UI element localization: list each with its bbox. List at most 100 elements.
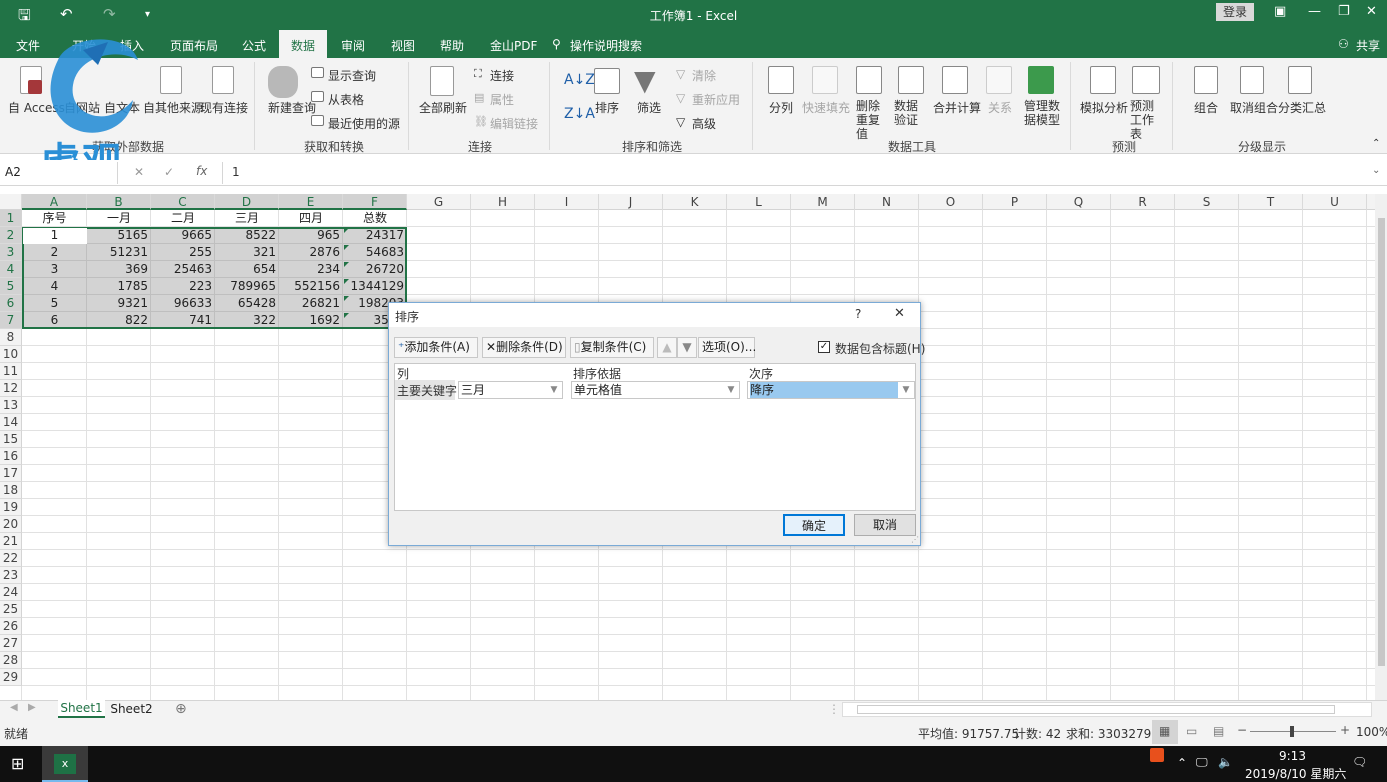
enter-icon[interactable]: ✓ [164,165,174,179]
restore-icon[interactable]: ❐ [1338,4,1350,19]
sort-on-select[interactable]: 单元格值 ▼ [571,381,740,399]
row-header-19[interactable]: 19 [0,499,22,516]
row-header-17[interactable]: 17 [0,465,22,482]
header-cell[interactable]: 一月 [87,210,151,227]
sort-ascending-icon[interactable]: A↓Z [564,72,595,88]
notification-icon[interactable]: 🗨 [1352,755,1367,769]
data-cell[interactable]: 96633 [151,295,215,312]
data-cell[interactable]: 965 [279,227,343,244]
data-validation-button[interactable]: 数据验证 [894,99,928,127]
row-header-28[interactable]: 28 [0,652,22,669]
column-header-K[interactable]: K [663,194,727,210]
volume-icon[interactable]: 🔈 [1218,755,1233,769]
error-indicator-icon[interactable] [344,279,349,284]
data-cell[interactable]: 6 [22,312,87,329]
column-header-L[interactable]: L [727,194,791,210]
prev-sheet-icon[interactable]: ◀ [10,702,18,713]
tab-review[interactable]: 审阅 [341,37,365,54]
clear-filter-button[interactable]: 清除 [692,67,716,84]
row-header-18[interactable]: 18 [0,482,22,499]
horizontal-scrollbar[interactable] [842,702,1372,717]
row-header-20[interactable]: 20 [0,516,22,533]
row-header-27[interactable]: 27 [0,635,22,652]
data-cell[interactable]: 1 [22,227,87,244]
remove-duplicates-button[interactable]: 删除重复值 [856,99,882,141]
resize-grip-icon[interactable]: ⋰ [911,535,919,544]
data-cell[interactable]: 2876 [279,244,343,261]
data-cell[interactable]: 5 [22,295,87,312]
data-cell[interactable]: 3 [22,261,87,278]
formula-input[interactable]: 1 [232,165,240,179]
delete-level-button[interactable]: ✕删除条件(D) [482,337,566,358]
data-cell[interactable]: 552156 [279,278,343,295]
data-cell[interactable]: 24317 [343,227,407,244]
row-header-15[interactable]: 15 [0,431,22,448]
row-header-22[interactable]: 22 [0,550,22,567]
column-header-M[interactable]: M [791,194,855,210]
data-cell[interactable]: 8522 [215,227,279,244]
add-sheet-icon[interactable]: ⊕ [175,701,187,717]
row-header-1[interactable]: 1 [0,210,22,227]
zoom-level[interactable]: 100% [1356,725,1387,739]
data-cell[interactable]: 9665 [151,227,215,244]
row-header-4[interactable]: 4 [0,261,22,278]
data-cell[interactable]: 322 [215,312,279,329]
data-cell[interactable]: 1344129 [343,278,407,295]
tab-view[interactable]: 视图 [391,37,415,54]
tab-formulas[interactable]: 公式 [242,37,266,54]
column-header-C[interactable]: C [151,194,215,210]
ok-button[interactable]: 确定 [783,514,845,536]
show-queries-button[interactable]: 显示查询 [328,67,376,84]
header-cell[interactable]: 四月 [279,210,343,227]
existing-connections-button[interactable]: 现有连接 [200,99,248,116]
error-indicator-icon[interactable] [344,228,349,233]
column-header-Q[interactable]: Q [1047,194,1111,210]
row-header-11[interactable]: 11 [0,363,22,380]
subtotal-button[interactable]: 分类汇总 [1278,99,1326,116]
row-header-21[interactable]: 21 [0,533,22,550]
row-header-14[interactable]: 14 [0,414,22,431]
page-break-view-icon[interactable]: ▤ [1213,724,1224,738]
what-if-button[interactable]: 模拟分析 [1080,99,1128,116]
column-header-D[interactable]: D [215,194,279,210]
move-up-button[interactable]: ▲ [657,337,677,358]
data-cell[interactable]: 51231 [87,244,151,261]
data-cell[interactable]: 822 [87,312,151,329]
data-cell[interactable]: 789965 [215,278,279,295]
data-cell[interactable]: 26720 [343,261,407,278]
manage-data-model-button[interactable]: 管理数据模型 [1024,99,1060,127]
row-header-3[interactable]: 3 [0,244,22,261]
vertical-scroll-thumb[interactable] [1378,218,1385,666]
row-header-8[interactable]: 8 [0,329,22,346]
tab-help[interactable]: 帮助 [440,37,464,54]
text-to-columns-button[interactable]: 分列 [769,99,793,116]
data-cell[interactable]: 54683 [343,244,407,261]
windows-start-icon[interactable]: ⊞ [11,754,24,773]
data-cell[interactable]: 234 [279,261,343,278]
column-header-O[interactable]: O [919,194,983,210]
data-cell[interactable]: 2 [22,244,87,261]
connections-button[interactable]: 连接 [490,67,514,84]
add-level-button[interactable]: ⁺添加条件(A) [394,337,478,358]
has-header-checkbox[interactable]: ✓ [818,341,830,353]
row-header-5[interactable]: 5 [0,278,22,295]
minimize-icon[interactable]: — [1308,4,1321,19]
column-header-U[interactable]: U [1303,194,1367,210]
expand-formula-icon[interactable]: ⌄ [1372,165,1380,176]
tab-kingsoft-pdf[interactable]: 金山PDF [490,37,537,54]
row-header-6[interactable]: 6 [0,295,22,312]
row-header-25[interactable]: 25 [0,601,22,618]
close-icon[interactable]: ✕ [1366,4,1377,19]
relationships-button[interactable]: 关系 [988,99,1012,116]
advanced-filter-button[interactable]: 高级 [692,115,716,132]
data-cell[interactable]: 5165 [87,227,151,244]
cancel-button[interactable]: 取消 [854,514,916,536]
row-header-24[interactable]: 24 [0,584,22,601]
column-header-T[interactable]: T [1239,194,1303,210]
cancel-icon[interactable]: ✕ [134,165,144,179]
tray-app-icon[interactable] [1150,748,1164,762]
row-header-2[interactable]: 2 [0,227,22,244]
refresh-all-button[interactable]: 全部刷新 [419,99,467,116]
new-query-button[interactable]: 新建查询 [268,99,316,116]
select-all-corner[interactable] [0,194,22,210]
